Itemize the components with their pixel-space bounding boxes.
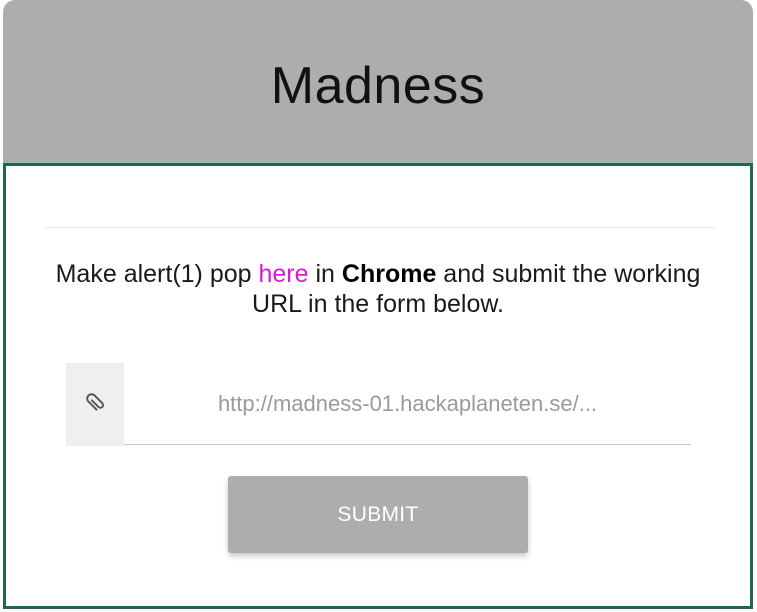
url-input-group: [66, 363, 691, 446]
here-link[interactable]: here: [258, 260, 308, 288]
challenge-card: Madness Make alert(1) pop here in Chrome…: [3, 0, 753, 609]
input-addon: [66, 363, 124, 446]
divider: [45, 227, 715, 228]
instructions-middle: in: [308, 260, 342, 288]
submit-button[interactable]: SUBMIT: [228, 476, 528, 553]
url-input[interactable]: [124, 363, 691, 445]
card-body: Make alert(1) pop here in Chrome and sub…: [3, 163, 753, 609]
page-title: Madness: [270, 57, 486, 115]
paperclip-icon: [82, 389, 108, 420]
instructions-prefix: Make alert(1) pop: [55, 260, 259, 288]
instructions-text: Make alert(1) pop here in Chrome and sub…: [36, 259, 720, 319]
card-header: Madness: [3, 0, 753, 165]
browser-name: Chrome: [341, 260, 437, 288]
